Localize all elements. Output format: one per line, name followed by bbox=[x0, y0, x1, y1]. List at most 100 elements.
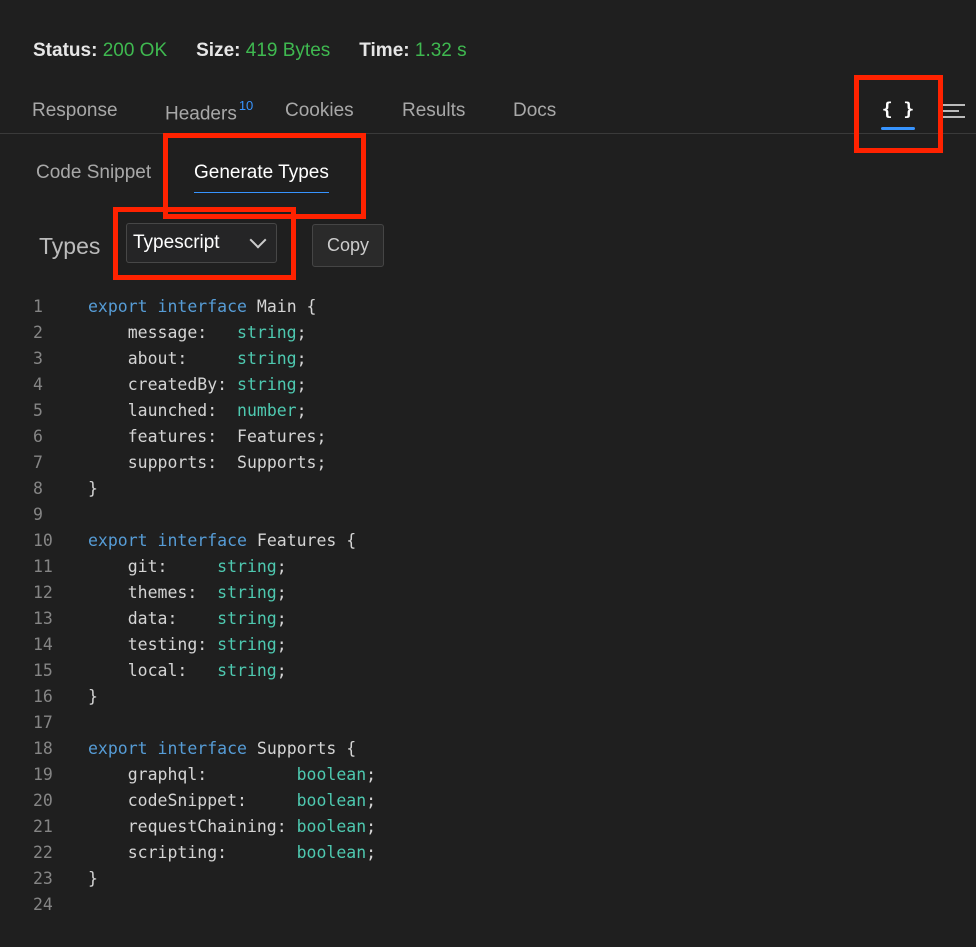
line-content: codeSnippet: boolean; bbox=[88, 791, 377, 810]
line-number: 7 bbox=[33, 453, 43, 472]
menu-lines-icon[interactable] bbox=[943, 104, 965, 122]
line-content: requestChaining: boolean; bbox=[88, 817, 377, 836]
line-content: export interface Features { bbox=[88, 528, 356, 554]
code-token: export interface bbox=[88, 297, 257, 316]
code-token: testing: bbox=[88, 635, 218, 654]
status-info: Status: 200 OK bbox=[33, 40, 167, 62]
code-token: local: bbox=[88, 661, 218, 680]
line-content: local: string; bbox=[88, 661, 287, 680]
status-label: Status: bbox=[33, 40, 98, 61]
code-token: } bbox=[88, 687, 98, 706]
tab-headers-label: Headers bbox=[165, 103, 237, 125]
code-token: string bbox=[237, 323, 297, 342]
time-info: Time: 1.32 s bbox=[359, 40, 466, 62]
code-token: string bbox=[237, 375, 297, 394]
line-number: 23 bbox=[33, 869, 53, 888]
tab-cookies[interactable]: Cookies bbox=[285, 100, 354, 122]
code-token: Features { bbox=[256, 531, 357, 550]
code-token: createdBy: bbox=[88, 375, 238, 394]
code-token: string bbox=[217, 661, 277, 680]
code-token: export interface bbox=[88, 739, 257, 758]
code-token: scripting: bbox=[88, 843, 297, 862]
chevron-down-icon bbox=[249, 231, 267, 249]
line-content: about: string; bbox=[88, 349, 307, 368]
tab-docs[interactable]: Docs bbox=[513, 100, 556, 122]
line-content: launched: number; bbox=[88, 401, 307, 420]
response-tabs: Response Headers 10 Cookies Results Docs … bbox=[0, 96, 976, 134]
line-number: 10 bbox=[33, 531, 53, 550]
code-token: string bbox=[217, 557, 277, 576]
line-number: 11 bbox=[33, 557, 53, 576]
line-number: 8 bbox=[33, 479, 43, 498]
headers-count-badge: 10 bbox=[238, 98, 254, 113]
line-content: testing: string; bbox=[88, 635, 287, 654]
line-number: 3 bbox=[33, 349, 43, 368]
code-token: Main { bbox=[256, 297, 317, 316]
code-token: supports: bbox=[88, 453, 238, 472]
tab-response[interactable]: Response bbox=[32, 100, 118, 122]
code-token: string bbox=[217, 609, 277, 628]
line-content: features: Features; bbox=[88, 424, 327, 450]
line-content: message: string; bbox=[88, 323, 307, 342]
code-token: Features; bbox=[237, 427, 327, 446]
code-token: boolean bbox=[296, 817, 367, 836]
line-content: export interface Main { bbox=[88, 294, 317, 320]
code-token: features: bbox=[88, 427, 238, 446]
copy-button[interactable]: Copy bbox=[312, 224, 384, 267]
code-token: data: bbox=[88, 609, 218, 628]
code-token: codeSnippet: bbox=[88, 791, 297, 810]
line-number: 18 bbox=[33, 739, 53, 758]
line-number: 6 bbox=[33, 427, 43, 446]
code-token: string bbox=[217, 635, 277, 654]
line-number: 24 bbox=[33, 895, 53, 914]
line-number: 2 bbox=[33, 323, 43, 342]
line-number: 9 bbox=[33, 505, 43, 524]
line-content: data: string; bbox=[88, 609, 287, 628]
line-content: scripting: boolean; bbox=[88, 843, 377, 862]
line-number: 20 bbox=[33, 791, 53, 810]
code-token: graphql: bbox=[88, 765, 297, 784]
code-token: export interface bbox=[88, 531, 257, 550]
line-number: 12 bbox=[33, 583, 53, 602]
line-number: 22 bbox=[33, 843, 53, 862]
code-token: boolean bbox=[296, 791, 367, 810]
code-token: } bbox=[88, 479, 98, 498]
code-token: } bbox=[88, 869, 98, 888]
code-token: requestChaining: bbox=[88, 817, 297, 836]
language-select-value: Typescript bbox=[133, 232, 220, 253]
tab-headers[interactable]: Headers 10 bbox=[165, 98, 254, 125]
subtab-generate-types[interactable]: Generate Types bbox=[194, 162, 329, 193]
code-token: message: bbox=[88, 323, 238, 342]
code-token: boolean bbox=[296, 765, 367, 784]
line-content: themes: string; bbox=[88, 583, 287, 602]
line-number: 4 bbox=[33, 375, 43, 394]
line-number: 14 bbox=[33, 635, 53, 654]
size-label: Size: bbox=[196, 40, 241, 61]
code-token: string bbox=[237, 349, 297, 368]
line-number: 1 bbox=[33, 297, 43, 316]
line-content: supports: Supports; bbox=[88, 450, 327, 476]
code-token: git: bbox=[88, 557, 218, 576]
size-info: Size: 419 Bytes bbox=[196, 40, 330, 62]
code-token: number bbox=[237, 401, 297, 420]
code-token: launched: bbox=[88, 401, 238, 420]
line-content: } bbox=[88, 866, 98, 892]
size-value: 419 Bytes bbox=[245, 40, 331, 61]
line-number: 19 bbox=[33, 765, 53, 784]
braces-icon[interactable]: { } bbox=[881, 96, 915, 130]
code-token: string bbox=[217, 583, 277, 602]
line-content: export interface Supports { bbox=[88, 736, 356, 762]
time-label: Time: bbox=[359, 40, 410, 61]
line-number: 5 bbox=[33, 401, 43, 420]
line-content: } bbox=[88, 476, 98, 502]
tab-results[interactable]: Results bbox=[402, 100, 465, 122]
line-number: 16 bbox=[33, 687, 53, 706]
code-token: about: bbox=[88, 349, 238, 368]
status-value: 200 OK bbox=[102, 40, 168, 61]
line-content: graphql: boolean; bbox=[88, 765, 377, 784]
language-select[interactable]: Typescript bbox=[126, 223, 277, 263]
code-token: boolean bbox=[296, 843, 367, 862]
subtab-code-snippet[interactable]: Code Snippet bbox=[36, 162, 151, 184]
code-token: themes: bbox=[88, 583, 218, 602]
line-number: 17 bbox=[33, 713, 53, 732]
